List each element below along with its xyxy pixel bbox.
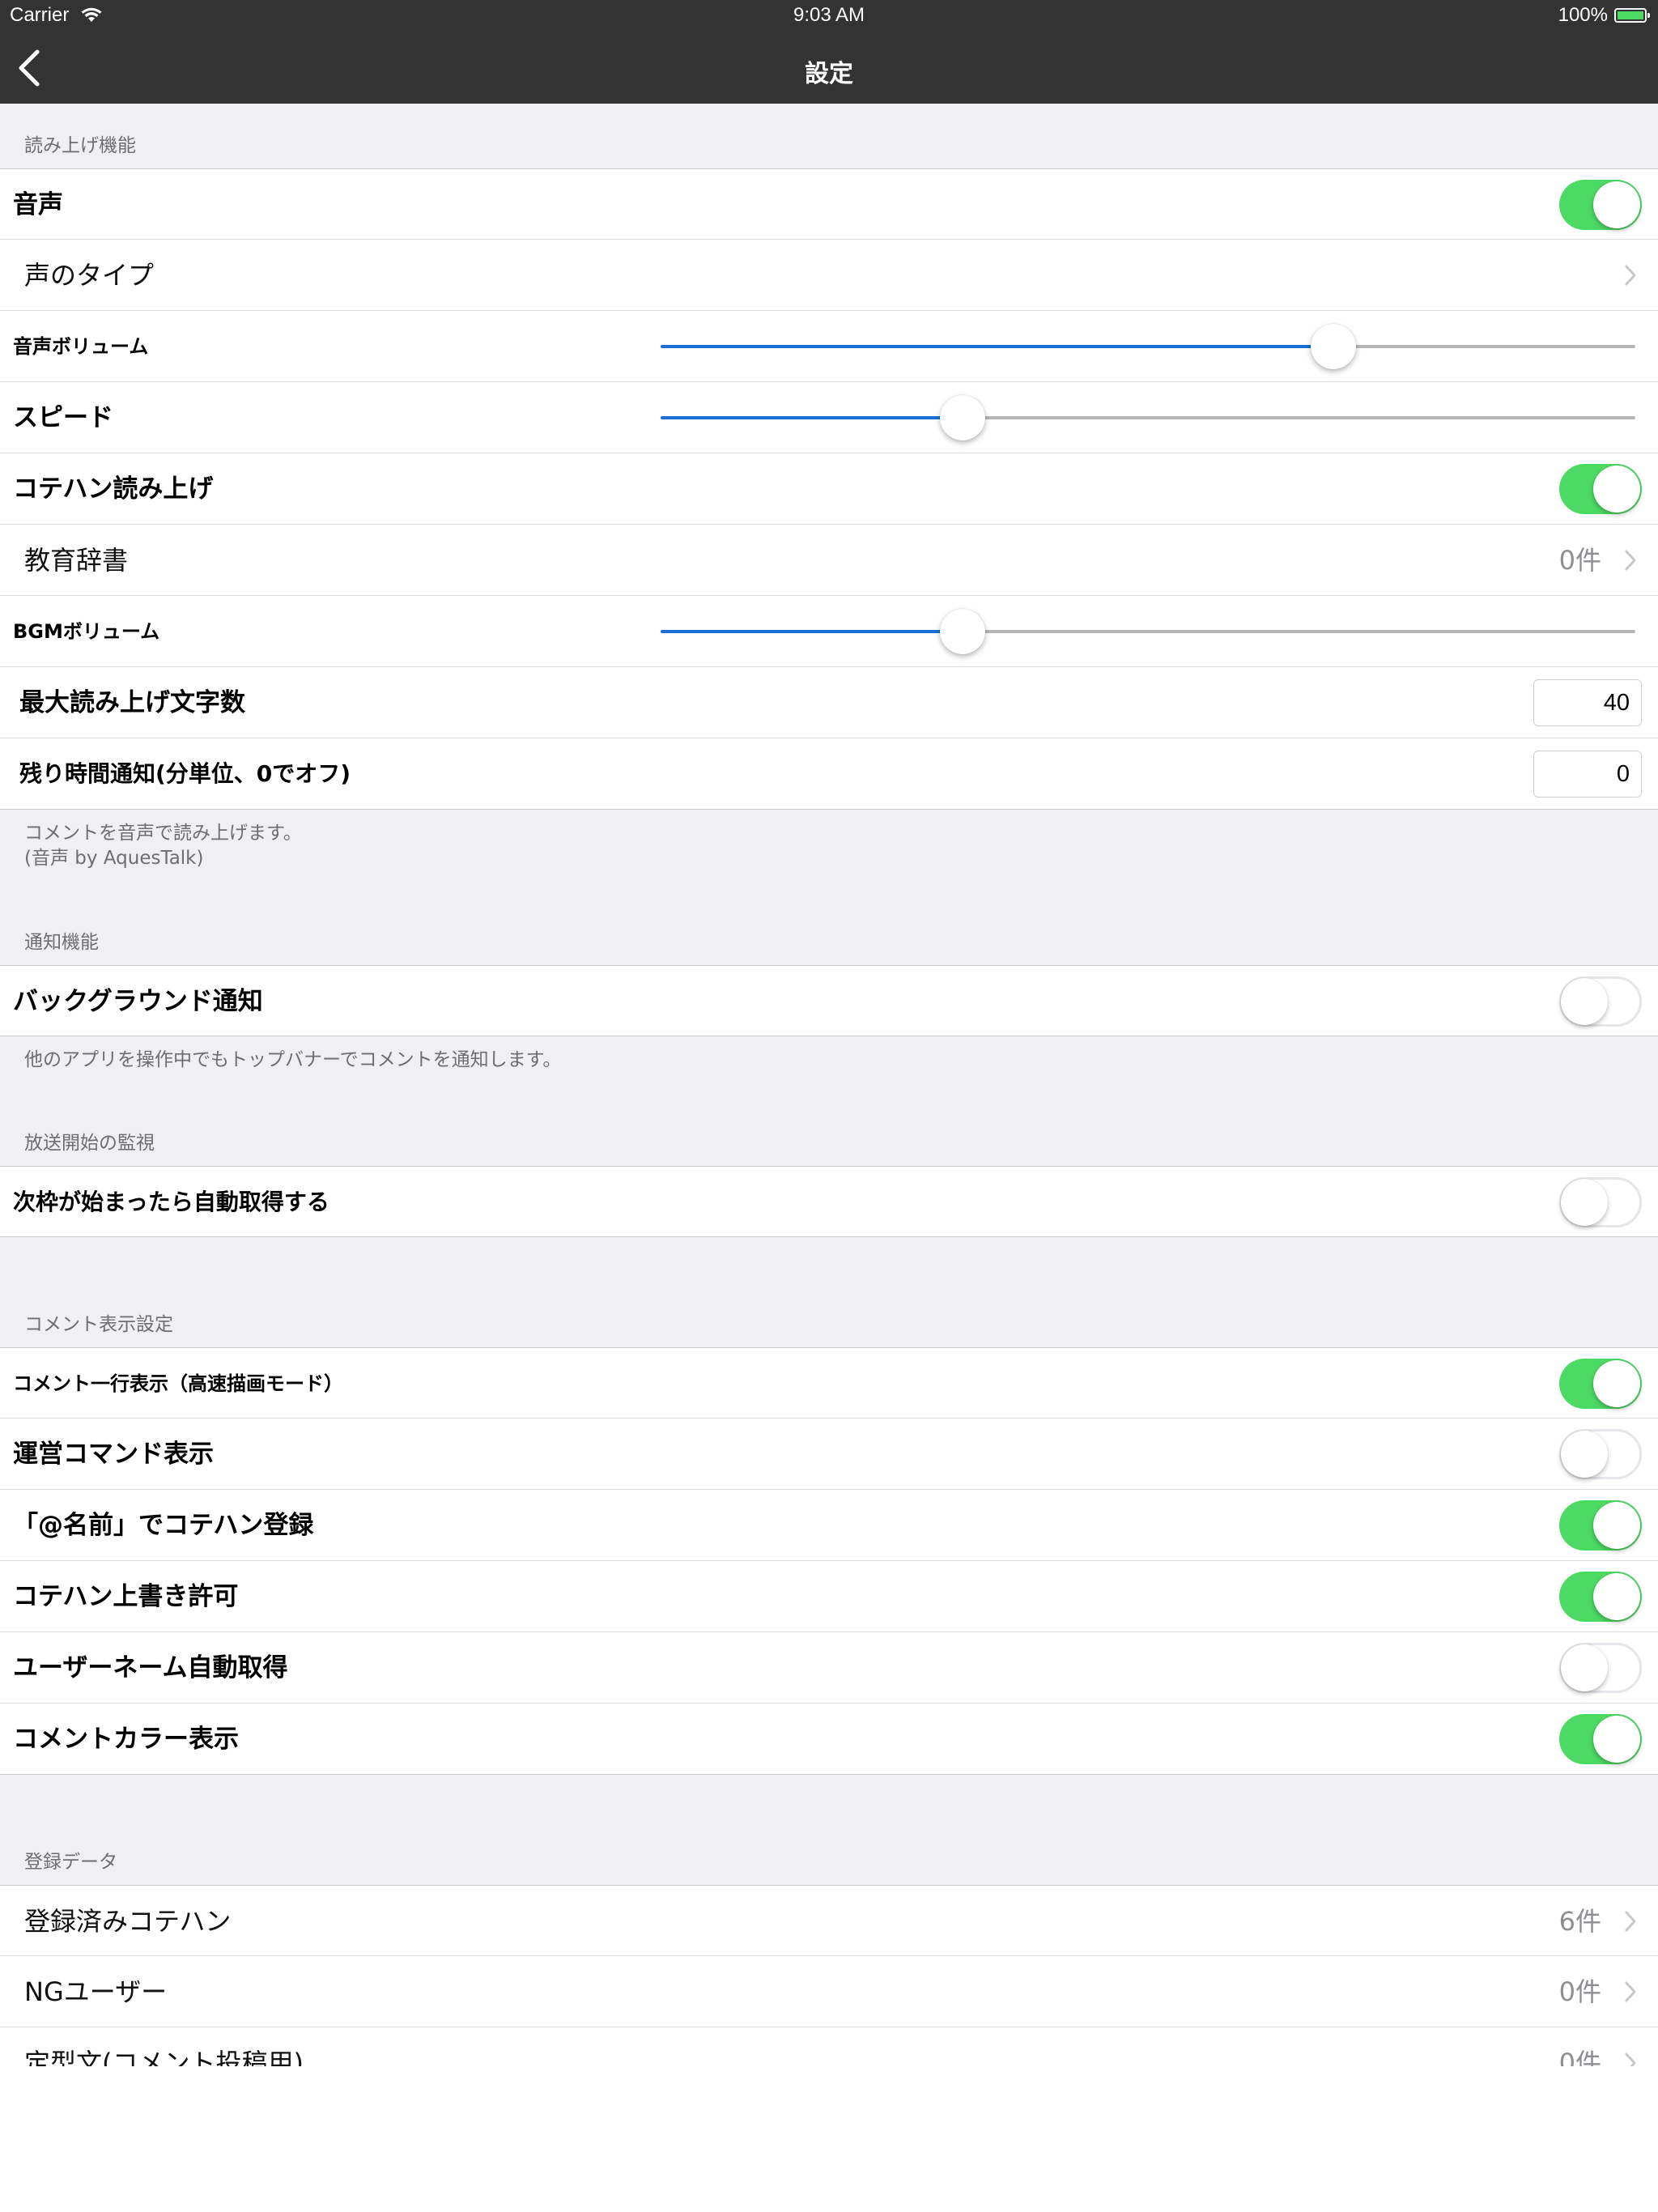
section-title: 通知機能 bbox=[24, 932, 99, 953]
section-footer-reading: コメントを音声で読み上げます。 (音声 by AquesTalk) bbox=[24, 821, 302, 871]
kotehan-read-row: コテハン読み上げ bbox=[0, 453, 1658, 525]
max-chars-input[interactable]: 40 bbox=[1533, 679, 1642, 726]
operator-command-row: 運営コマンド表示 bbox=[0, 1419, 1658, 1490]
voice-volume-label: 音声ボリューム bbox=[13, 335, 149, 358]
section-gap-monitor: 他のアプリを操作中でもトップバナーでコメントを通知します。 放送開始の監視 bbox=[0, 1036, 1658, 1166]
remaining-time-label: 残り時間通知(分単位、0でオフ) bbox=[19, 760, 351, 787]
background-notify-row: バックグラウンド通知 bbox=[0, 965, 1658, 1036]
at-name-switch[interactable] bbox=[1559, 1500, 1642, 1551]
kotehan-list-label: 登録済みコテハン bbox=[24, 1906, 232, 1937]
kotehan-list-row[interactable]: 登録済みコテハン 6件 bbox=[0, 1885, 1658, 1956]
dictionary-row[interactable]: 教育辞書 0件 bbox=[0, 525, 1658, 596]
section-title: 登録データ bbox=[24, 1852, 117, 1873]
ng-user-row[interactable]: NGユーザー 0件 bbox=[0, 1956, 1658, 2027]
footer-text: (音声 by AquesTalk) bbox=[24, 848, 204, 869]
template-row[interactable]: 定型文(コメント投稿用) 0件 bbox=[0, 2027, 1658, 2066]
ng-user-count: 0件 bbox=[1558, 1976, 1601, 2007]
slider-thumb[interactable] bbox=[940, 395, 986, 440]
clock: 9:03 AM bbox=[793, 4, 865, 26]
slider-thumb[interactable] bbox=[1310, 324, 1356, 369]
slider-fill bbox=[661, 416, 963, 419]
section-gap-data: 登録データ bbox=[0, 1775, 1658, 1885]
kotehan-read-label: コテハン読み上げ bbox=[13, 474, 214, 504]
settings-table[interactable]: 読み上げ機能 音声 声のタイプ 音声ボリューム スピード コテハン読み上げ 教育… bbox=[0, 104, 1658, 2066]
voice-row: 音声 bbox=[0, 168, 1658, 240]
slider-fill bbox=[661, 630, 963, 633]
section-title: 読み上げ機能 bbox=[24, 135, 136, 156]
username-row: ユーザーネーム自動取得 bbox=[0, 1632, 1658, 1704]
chevron-right-icon bbox=[1625, 1911, 1636, 1932]
auto-fetch-row: 次枠が始まったら自動取得する bbox=[0, 1166, 1658, 1237]
chevron-right-icon bbox=[1625, 265, 1636, 286]
comment-color-label: コメントカラー表示 bbox=[13, 1725, 239, 1754]
bgm-volume-slider[interactable] bbox=[661, 596, 1635, 667]
bgm-volume-row: BGMボリューム bbox=[0, 596, 1658, 667]
speed-row: スピード bbox=[0, 382, 1658, 453]
battery-percent: 100% bbox=[1558, 4, 1608, 26]
slider-fill bbox=[661, 345, 1333, 348]
max-chars-row: 最大読み上げ文字数 40 bbox=[0, 667, 1658, 738]
voice-volume-row: 音声ボリューム bbox=[0, 311, 1658, 382]
chevron-right-icon bbox=[1625, 550, 1636, 571]
status-bar: Carrier 9:03 AM 100% bbox=[0, 0, 1658, 32]
voice-switch[interactable] bbox=[1559, 180, 1642, 230]
voice-label: 音声 bbox=[13, 190, 63, 219]
auto-fetch-switch[interactable] bbox=[1559, 1177, 1642, 1227]
section-header-reading: 読み上げ機能 bbox=[0, 104, 1658, 168]
speed-slider[interactable] bbox=[661, 382, 1635, 453]
comment-color-switch[interactable] bbox=[1559, 1714, 1642, 1764]
page-title: 設定 bbox=[805, 60, 853, 88]
auto-fetch-label: 次枠が始まったら自動取得する bbox=[13, 1189, 329, 1215]
kotehan-read-switch[interactable] bbox=[1559, 464, 1642, 514]
navigation-bar: 設定 bbox=[0, 32, 1658, 104]
dictionary-label: 教育辞書 bbox=[24, 545, 129, 576]
remaining-time-row: 残り時間通知(分単位、0でオフ) 0 bbox=[0, 738, 1658, 810]
speed-label: スピード bbox=[13, 403, 113, 432]
username-label: ユーザーネーム自動取得 bbox=[13, 1653, 288, 1682]
template-count: 0件 bbox=[1558, 2048, 1601, 2066]
remaining-time-input[interactable]: 0 bbox=[1533, 751, 1642, 798]
section-gap-notify: コメントを音声で読み上げます。 (音声 by AquesTalk) 通知機能 bbox=[0, 810, 1658, 965]
overwrite-switch[interactable] bbox=[1559, 1572, 1642, 1622]
background-notify-label: バックグラウンド通知 bbox=[13, 987, 263, 1016]
overwrite-label: コテハン上書き許可 bbox=[13, 1582, 239, 1611]
dictionary-count: 0件 bbox=[1558, 545, 1601, 576]
section-title: コメント表示設定 bbox=[24, 1314, 173, 1335]
comment-color-row: コメントカラー表示 bbox=[0, 1704, 1658, 1775]
one-line-row: コメント一行表示（高速描画モード） bbox=[0, 1347, 1658, 1419]
operator-command-switch[interactable] bbox=[1559, 1429, 1642, 1479]
chevron-right-icon bbox=[1625, 2052, 1636, 2066]
battery-icon bbox=[1614, 8, 1650, 23]
chevron-right-icon bbox=[1625, 1981, 1636, 2002]
bgm-volume-label: BGMボリューム bbox=[13, 620, 160, 643]
max-chars-label: 最大読み上げ文字数 bbox=[19, 688, 245, 717]
voice-type-row[interactable]: 声のタイプ bbox=[0, 240, 1658, 311]
one-line-label: コメント一行表示（高速描画モード） bbox=[13, 1372, 343, 1395]
voice-volume-slider[interactable] bbox=[661, 311, 1635, 382]
section-footer-notify: 他のアプリを操作中でもトップバナーでコメントを通知します。 bbox=[24, 1049, 562, 1070]
section-title: 放送開始の監視 bbox=[24, 1133, 155, 1154]
username-switch[interactable] bbox=[1559, 1643, 1642, 1693]
slider-thumb[interactable] bbox=[940, 609, 986, 654]
overwrite-row: コテハン上書き許可 bbox=[0, 1561, 1658, 1632]
at-name-row: 「@名前」でコテハン登録 bbox=[0, 1490, 1658, 1561]
section-gap-display: コメント表示設定 bbox=[0, 1237, 1658, 1347]
one-line-switch[interactable] bbox=[1559, 1359, 1642, 1409]
ng-user-label: NGユーザー bbox=[24, 1976, 168, 2007]
background-notify-switch[interactable] bbox=[1559, 976, 1642, 1027]
at-name-label: 「@名前」でコテハン登録 bbox=[13, 1511, 314, 1540]
footer-text: コメントを音声で読み上げます。 bbox=[24, 823, 302, 844]
template-label: 定型文(コメント投稿用) bbox=[24, 2048, 304, 2066]
operator-command-label: 運営コマンド表示 bbox=[13, 1440, 214, 1469]
voice-type-label: 声のタイプ bbox=[24, 260, 155, 291]
kotehan-count: 6件 bbox=[1558, 1906, 1601, 1937]
